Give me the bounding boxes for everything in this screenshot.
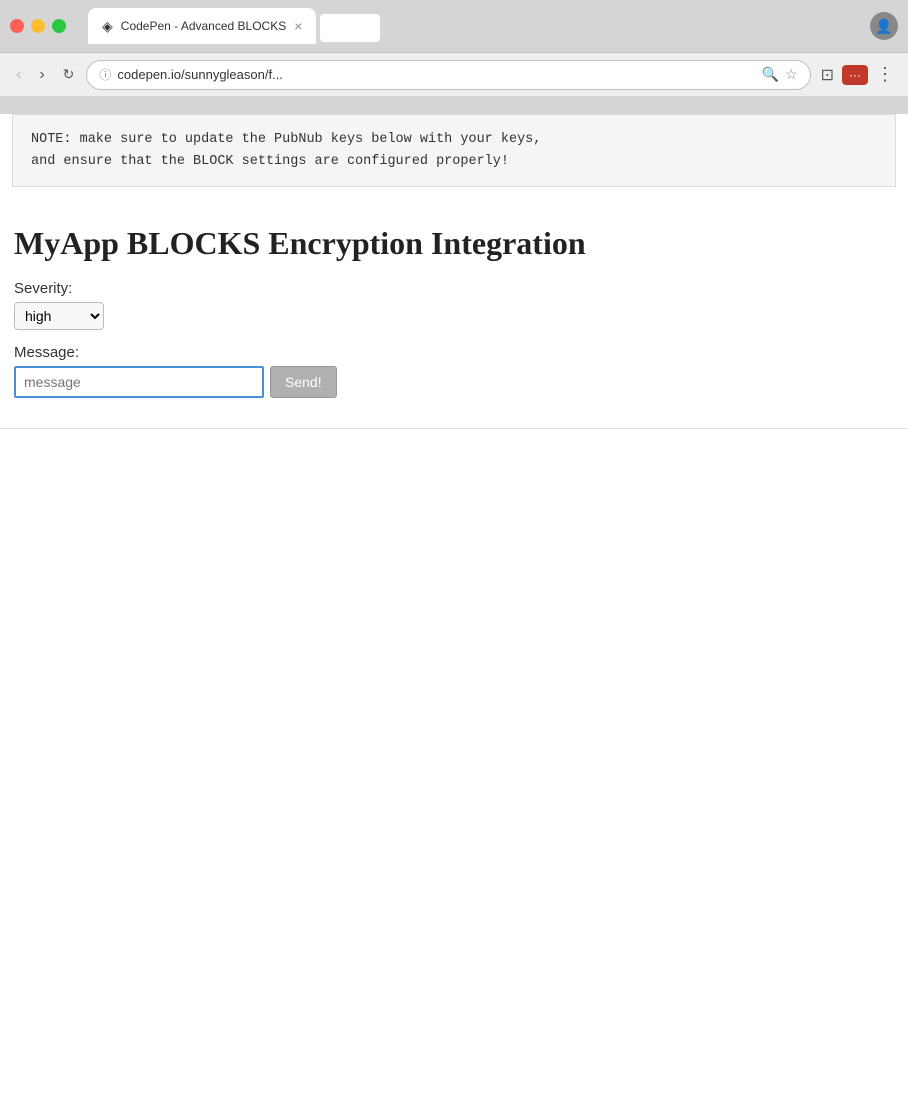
send-button[interactable]: Send! (270, 366, 337, 398)
close-button[interactable] (10, 19, 24, 33)
back-button[interactable]: ‹ (10, 62, 27, 88)
note-line1: NOTE: make sure to update the PubNub key… (31, 129, 877, 151)
message-row: Send! (14, 366, 894, 398)
extensions-button[interactable]: ··· (842, 65, 868, 85)
reload-button[interactable]: ↻ (57, 62, 81, 87)
maximize-button[interactable] (52, 19, 66, 33)
divider (0, 428, 908, 429)
tab-close-icon[interactable]: × (294, 19, 302, 33)
extensions-dots: ··· (849, 68, 861, 82)
forward-button[interactable]: › (33, 62, 50, 88)
page-title: MyApp BLOCKS Encryption Integration (14, 225, 894, 262)
title-bar: ◈ CodePen - Advanced BLOCKS × 👤 (0, 0, 908, 52)
star-icon: ☆ (785, 66, 798, 83)
app-section: MyApp BLOCKS Encryption Integration Seve… (0, 205, 908, 398)
message-label: Message: (14, 344, 894, 361)
nav-bar: ‹ › ↻ ⓘ codepen.io/sunnygleason/f... 🔍 ☆… (0, 52, 908, 96)
search-icon: 🔍 (762, 66, 779, 83)
browser-window: ◈ CodePen - Advanced BLOCKS × 👤 ‹ › ↻ ⓘ … (0, 0, 908, 1014)
user-avatar[interactable]: 👤 (870, 12, 898, 40)
user-icon: 👤 (875, 18, 892, 35)
tab-title: CodePen - Advanced BLOCKS (121, 19, 286, 33)
message-input[interactable] (14, 366, 264, 398)
note-line2: and ensure that the BLOCK settings are c… (31, 151, 877, 173)
address-text: codepen.io/sunnygleason/f... (117, 67, 755, 82)
cast-button[interactable]: ⊡ (817, 61, 838, 89)
tab-bar: ◈ CodePen - Advanced BLOCKS × (88, 8, 870, 44)
menu-button[interactable]: ⋮ (872, 62, 898, 87)
active-tab[interactable]: ◈ CodePen - Advanced BLOCKS × (88, 8, 316, 44)
info-icon: ⓘ (99, 66, 111, 83)
note-box: NOTE: make sure to update the PubNub key… (12, 114, 896, 187)
page-content: NOTE: make sure to update the PubNub key… (0, 114, 908, 1014)
severity-select[interactable]: high medium low (14, 302, 104, 330)
address-bar[interactable]: ⓘ codepen.io/sunnygleason/f... 🔍 ☆ (86, 60, 810, 90)
window-controls (10, 19, 66, 33)
new-tab[interactable] (320, 14, 380, 42)
nav-right-controls: ⊡ ··· ⋮ (817, 61, 898, 89)
minimize-button[interactable] (31, 19, 45, 33)
codepen-icon: ◈ (102, 18, 113, 35)
severity-label: Severity: (14, 280, 894, 297)
